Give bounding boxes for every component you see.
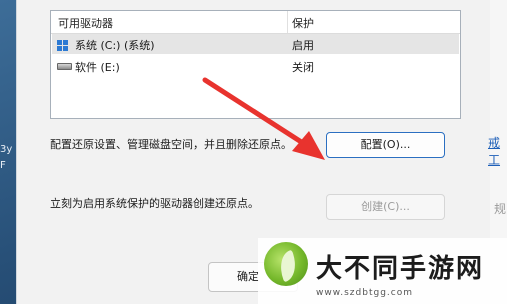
watermark-logo-icon [264, 242, 308, 286]
watermark-url: www.szdbtgg.com [316, 288, 413, 298]
watermark: 大不同手游网 www.szdbtgg.com [258, 238, 507, 304]
watermark-title: 大不同手游网 [316, 254, 485, 284]
